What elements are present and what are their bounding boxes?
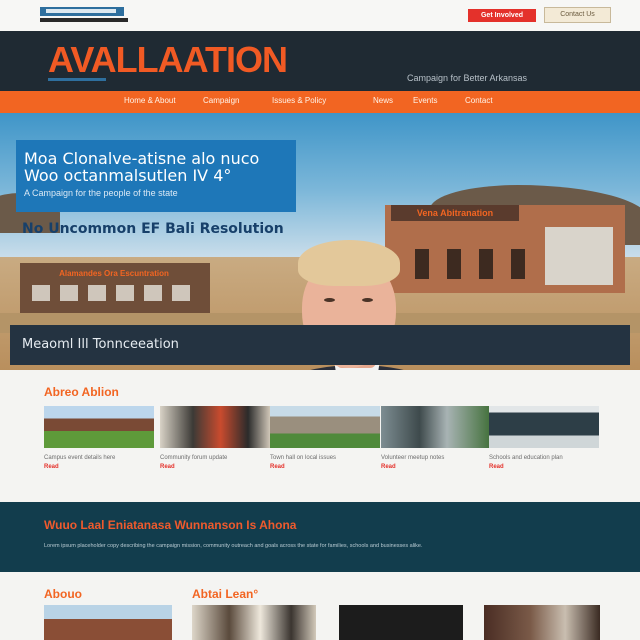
news-card-meta: Town hall on local issues: [270, 455, 337, 461]
section2-title-left: Abouo: [44, 587, 82, 601]
news-card-meta: Campus event details here: [44, 455, 116, 461]
mission-title: Wuuo Laal Eniatanasa Wunnanson Is Ahona: [44, 518, 297, 532]
news-card[interactable]: Schools and education plan Read: [489, 406, 599, 470]
get-involved-button[interactable]: Get Involved: [468, 9, 536, 22]
feature-image[interactable]: [484, 605, 600, 640]
feature-image[interactable]: [192, 605, 316, 640]
news-card[interactable]: Campus event details here Read: [44, 406, 154, 470]
news-card-link[interactable]: Read: [381, 464, 491, 470]
brand-underline: [48, 78, 106, 81]
news-card-image[interactable]: [381, 406, 491, 448]
news-card-link[interactable]: Read: [270, 464, 380, 470]
hero-subheadline: A Campaign for the people of the state: [24, 188, 178, 198]
nav-item-news[interactable]: News: [373, 96, 393, 105]
news-card[interactable]: Town hall on local issues Read: [270, 406, 380, 470]
nav-item-contact[interactable]: Contact: [465, 96, 493, 105]
section2-title-mid: Abtai Lean°: [192, 587, 259, 601]
news-card-image[interactable]: [489, 406, 599, 448]
hero-caption: Meaoml Ill Tonnceeation: [22, 337, 179, 352]
news-card-meta: Volunteer meetup notes: [381, 455, 445, 461]
feature-image[interactable]: [44, 605, 172, 640]
nav-item-events[interactable]: Events: [413, 96, 437, 105]
news-card[interactable]: Community forum update Read: [160, 406, 270, 470]
nav-item-issues[interactable]: Issues & Policy: [272, 96, 326, 105]
news-card-link[interactable]: Read: [489, 464, 599, 470]
news-card-image[interactable]: [270, 406, 380, 448]
site-header: AVALLAATION Campaign for Better Arkansas: [0, 31, 640, 91]
mission-text: Lorem ipsum placeholder copy describing …: [44, 543, 423, 549]
section-title: Abreo Ablion: [44, 385, 119, 399]
feature-image[interactable]: [339, 605, 463, 640]
brand-wordmark[interactable]: AVALLAATION: [48, 39, 288, 81]
main-nav: Home & About Campaign Issues & Policy Ne…: [0, 91, 640, 113]
news-card[interactable]: Volunteer meetup notes Read: [381, 406, 491, 470]
news-card-link[interactable]: Read: [160, 464, 270, 470]
hero-headline: Moa Clonalve-atisne alo nuco Woo octanma…: [24, 150, 296, 184]
page: Get Involved Contact Us AVALLAATION Camp…: [0, 0, 640, 640]
hero-headline-line1: Moa Clonalve-atisne alo nuco: [24, 149, 260, 168]
nav-item-campaign[interactable]: Campaign: [203, 96, 239, 105]
hero-headline-line2: Woo octanmalsutlen IV 4°: [24, 166, 232, 185]
mission-band: [0, 502, 640, 572]
news-card-meta: Schools and education plan: [489, 455, 563, 461]
nav-item-home[interactable]: Home & About: [124, 96, 176, 105]
news-card-link[interactable]: Read: [44, 464, 154, 470]
contact-button[interactable]: Contact Us: [544, 7, 611, 23]
building-sign: Vena Abitranation: [391, 205, 519, 221]
news-card-meta: Community forum update: [160, 455, 228, 461]
news-card-image[interactable]: [160, 406, 270, 448]
hero-strapline: No Uncommon EF Bali Resolution: [22, 221, 284, 237]
top-logo[interactable]: [40, 4, 128, 24]
left-building-sign: Alamandes Ora Escuntration: [59, 269, 169, 278]
header-tagline: Campaign for Better Arkansas: [407, 73, 528, 83]
top-utility-bar: Get Involved Contact Us: [0, 0, 640, 31]
news-card-image[interactable]: [44, 406, 154, 448]
